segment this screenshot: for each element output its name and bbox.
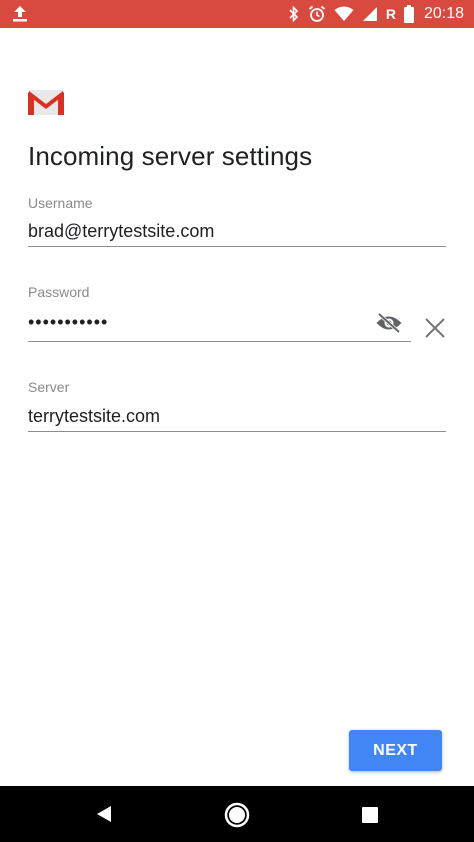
page-title: Incoming server settings [28, 141, 313, 171]
back-icon[interactable] [94, 804, 114, 824]
password-underline [28, 341, 411, 342]
signal-icon [362, 7, 377, 21]
status-icons: R 20:18 [288, 0, 464, 28]
battery-icon [403, 5, 414, 23]
upload-icon [13, 6, 27, 22]
home-icon[interactable] [223, 801, 251, 829]
status-bar: R 20:18 [0, 0, 474, 28]
server-underline [28, 431, 446, 432]
username-field[interactable]: brad@terrytestsite.com [28, 221, 214, 242]
visibility-off-icon[interactable] [375, 313, 403, 333]
username-underline [28, 246, 446, 247]
password-field[interactable]: ••••••••••• [28, 312, 108, 333]
server-label: Server [28, 379, 70, 395]
recents-icon[interactable] [361, 806, 379, 824]
gmail-logo [28, 90, 64, 115]
username-label: Username [28, 195, 93, 211]
status-time: 20:18 [423, 5, 464, 22]
close-icon[interactable] [424, 317, 446, 339]
bluetooth-icon [289, 5, 298, 23]
navigation-bar [0, 786, 474, 842]
server-field[interactable]: terrytestsite.com [28, 406, 160, 427]
roaming-indicator: R [385, 6, 396, 22]
next-button[interactable]: NEXT [349, 730, 442, 771]
alarm-icon [308, 5, 325, 22]
password-label: Password [28, 284, 90, 300]
wifi-icon [334, 6, 354, 21]
